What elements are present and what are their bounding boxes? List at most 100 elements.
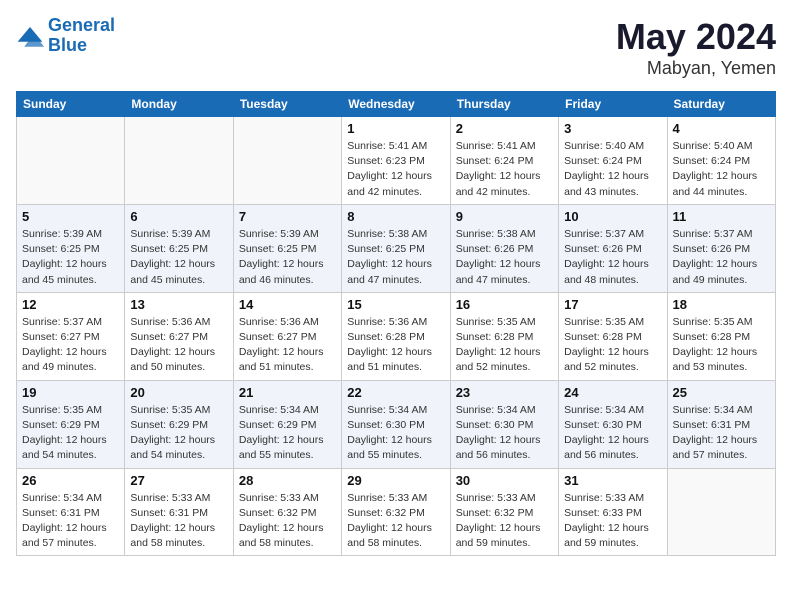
calendar-cell: 13 Sunrise: 5:36 AM Sunset: 6:27 PM Dayli…: [125, 292, 233, 380]
day-info: Sunrise: 5:34 AM Sunset: 6:30 PM Dayligh…: [456, 403, 553, 464]
calendar-cell: 17Sunrise: 5:35 AM Sunset: 6:28 PM Dayli…: [559, 292, 667, 380]
day-number: 25: [673, 385, 770, 400]
calendar-cell: 4Sunrise: 5:40 AM Sunset: 6:24 PM Daylig…: [667, 117, 775, 205]
calendar-week-row: 5 Sunrise: 5:39 AM Sunset: 6:25 PM Daylig…: [17, 204, 776, 292]
weekday-header-wednesday: Wednesday: [342, 92, 450, 117]
day-number: 8: [347, 209, 444, 224]
calendar-cell: 19Sunrise: 5:35 AM Sunset: 6:29 PM Dayli…: [17, 380, 125, 468]
day-info: Sunrise: 5:36 AM Sunset: 6:27 PM Dayligh…: [239, 315, 336, 376]
day-info: Sunrise: 5:35 AM Sunset: 6:28 PM Dayligh…: [673, 315, 770, 376]
day-number: 24: [564, 385, 661, 400]
day-number: 3: [564, 121, 661, 136]
day-info: Sunrise: 5:34 AM Sunset: 6:30 PM Dayligh…: [564, 403, 661, 464]
calendar-cell: 31 Sunrise: 5:33 AM Sunset: 6:33 PM Dayli…: [559, 468, 667, 556]
calendar-cell: 8 Sunrise: 5:38 AM Sunset: 6:25 PM Daylig…: [342, 204, 450, 292]
calendar-cell: 11 Sunrise: 5:37 AM Sunset: 6:26 PM Dayli…: [667, 204, 775, 292]
calendar-cell: 29Sunrise: 5:33 AM Sunset: 6:32 PM Dayli…: [342, 468, 450, 556]
day-info: Sunrise: 5:35 AM Sunset: 6:28 PM Dayligh…: [456, 315, 553, 376]
weekday-header-row: SundayMondayTuesdayWednesdayThursdayFrid…: [17, 92, 776, 117]
calendar-table: SundayMondayTuesdayWednesdayThursdayFrid…: [16, 91, 776, 556]
day-info: Sunrise: 5:34 AM Sunset: 6:30 PM Dayligh…: [347, 403, 444, 464]
day-info: Sunrise: 5:39 AM Sunset: 6:25 PM Dayligh…: [22, 227, 119, 288]
calendar-cell: 23 Sunrise: 5:34 AM Sunset: 6:30 PM Dayli…: [450, 380, 558, 468]
calendar-cell: [17, 117, 125, 205]
day-info: Sunrise: 5:40 AM Sunset: 6:24 PM Dayligh…: [564, 139, 661, 200]
day-number: 29: [347, 473, 444, 488]
day-info: Sunrise: 5:33 AM Sunset: 6:33 PM Dayligh…: [564, 491, 661, 552]
calendar-cell: [125, 117, 233, 205]
day-number: 22: [347, 385, 444, 400]
day-info: Sunrise: 5:33 AM Sunset: 6:32 PM Dayligh…: [456, 491, 553, 552]
day-info: Sunrise: 5:33 AM Sunset: 6:32 PM Dayligh…: [239, 491, 336, 552]
day-info: Sunrise: 5:41 AM Sunset: 6:24 PM Dayligh…: [456, 139, 553, 200]
weekday-header-sunday: Sunday: [17, 92, 125, 117]
day-number: 14: [239, 297, 336, 312]
day-info: Sunrise: 5:39 AM Sunset: 6:25 PM Dayligh…: [239, 227, 336, 288]
logo-icon: [16, 25, 44, 47]
day-info: Sunrise: 5:39 AM Sunset: 6:25 PM Dayligh…: [130, 227, 227, 288]
day-number: 19: [22, 385, 119, 400]
location-title: Mabyan, Yemen: [616, 58, 776, 79]
calendar-cell: 21 Sunrise: 5:34 AM Sunset: 6:29 PM Dayli…: [233, 380, 341, 468]
day-number: 15: [347, 297, 444, 312]
day-info: Sunrise: 5:34 AM Sunset: 6:29 PM Dayligh…: [239, 403, 336, 464]
calendar-cell: 28 Sunrise: 5:33 AM Sunset: 6:32 PM Dayli…: [233, 468, 341, 556]
calendar-cell: 6 Sunrise: 5:39 AM Sunset: 6:25 PM Daylig…: [125, 204, 233, 292]
day-number: 6: [130, 209, 227, 224]
day-info: Sunrise: 5:36 AM Sunset: 6:27 PM Dayligh…: [130, 315, 227, 376]
day-number: 28: [239, 473, 336, 488]
day-number: 31: [564, 473, 661, 488]
calendar-cell: 9 Sunrise: 5:38 AM Sunset: 6:26 PM Daylig…: [450, 204, 558, 292]
calendar-cell: 22 Sunrise: 5:34 AM Sunset: 6:30 PM Dayli…: [342, 380, 450, 468]
calendar-cell: 18 Sunrise: 5:35 AM Sunset: 6:28 PM Dayli…: [667, 292, 775, 380]
day-info: Sunrise: 5:37 AM Sunset: 6:27 PM Dayligh…: [22, 315, 119, 376]
day-number: 12: [22, 297, 119, 312]
day-number: 21: [239, 385, 336, 400]
day-info: Sunrise: 5:38 AM Sunset: 6:26 PM Dayligh…: [456, 227, 553, 288]
day-number: 16: [456, 297, 553, 312]
logo: General Blue: [16, 16, 115, 56]
day-number: 1: [347, 121, 444, 136]
calendar-cell: 2Sunrise: 5:41 AM Sunset: 6:24 PM Daylig…: [450, 117, 558, 205]
day-number: 26: [22, 473, 119, 488]
day-info: Sunrise: 5:41 AM Sunset: 6:23 PM Dayligh…: [347, 139, 444, 200]
day-number: 9: [456, 209, 553, 224]
calendar-cell: 14 Sunrise: 5:36 AM Sunset: 6:27 PM Dayli…: [233, 292, 341, 380]
day-number: 23: [456, 385, 553, 400]
day-info: Sunrise: 5:37 AM Sunset: 6:26 PM Dayligh…: [673, 227, 770, 288]
weekday-header-friday: Friday: [559, 92, 667, 117]
calendar-week-row: 19 Sunrise: 5:35 AM Sunset: 6:29 PM Dayli…: [17, 380, 776, 468]
page-header: General Blue May 2024 Mabyan, Yemen: [16, 16, 776, 79]
calendar-cell: 27 Sunrise: 5:33 AM Sunset: 6:31 PM Dayli…: [125, 468, 233, 556]
calendar-cell: 5 Sunrise: 5:39 AM Sunset: 6:25 PM Daylig…: [17, 204, 125, 292]
day-info: Sunrise: 5:35 AM Sunset: 6:28 PM Dayligh…: [564, 315, 661, 376]
day-number: 7: [239, 209, 336, 224]
calendar-cell: 25 Sunrise: 5:34 AM Sunset: 6:31 PM Dayli…: [667, 380, 775, 468]
day-info: Sunrise: 5:40 AM Sunset: 6:24 PM Dayligh…: [673, 139, 770, 200]
day-number: 13: [130, 297, 227, 312]
day-number: 11: [673, 209, 770, 224]
logo-text: General Blue: [48, 16, 115, 56]
day-info: Sunrise: 5:34 AM Sunset: 6:31 PM Dayligh…: [22, 491, 119, 552]
calendar-week-row: 12 Sunrise: 5:37 AM Sunset: 6:27 PM Dayli…: [17, 292, 776, 380]
calendar-cell: 26 Sunrise: 5:34 AM Sunset: 6:31 PM Dayli…: [17, 468, 125, 556]
calendar-cell: 12 Sunrise: 5:37 AM Sunset: 6:27 PM Dayli…: [17, 292, 125, 380]
weekday-header-saturday: Saturday: [667, 92, 775, 117]
calendar-cell: 30 Sunrise: 5:33 AM Sunset: 6:32 PM Dayli…: [450, 468, 558, 556]
calendar-cell: 16 Sunrise: 5:35 AM Sunset: 6:28 PM Dayli…: [450, 292, 558, 380]
day-info: Sunrise: 5:34 AM Sunset: 6:31 PM Dayligh…: [673, 403, 770, 464]
calendar-cell: 20Sunrise: 5:35 AM Sunset: 6:29 PM Dayli…: [125, 380, 233, 468]
day-number: 5: [22, 209, 119, 224]
calendar-week-row: 26 Sunrise: 5:34 AM Sunset: 6:31 PM Dayli…: [17, 468, 776, 556]
day-info: Sunrise: 5:38 AM Sunset: 6:25 PM Dayligh…: [347, 227, 444, 288]
day-number: 27: [130, 473, 227, 488]
day-number: 18: [673, 297, 770, 312]
month-title: May 2024: [616, 16, 776, 58]
day-number: 30: [456, 473, 553, 488]
calendar-cell: [233, 117, 341, 205]
day-info: Sunrise: 5:33 AM Sunset: 6:31 PM Dayligh…: [130, 491, 227, 552]
weekday-header-tuesday: Tuesday: [233, 92, 341, 117]
day-info: Sunrise: 5:35 AM Sunset: 6:29 PM Dayligh…: [130, 403, 227, 464]
calendar-cell: 1 Sunrise: 5:41 AM Sunset: 6:23 PM Daylig…: [342, 117, 450, 205]
calendar-cell: 24 Sunrise: 5:34 AM Sunset: 6:30 PM Dayli…: [559, 380, 667, 468]
